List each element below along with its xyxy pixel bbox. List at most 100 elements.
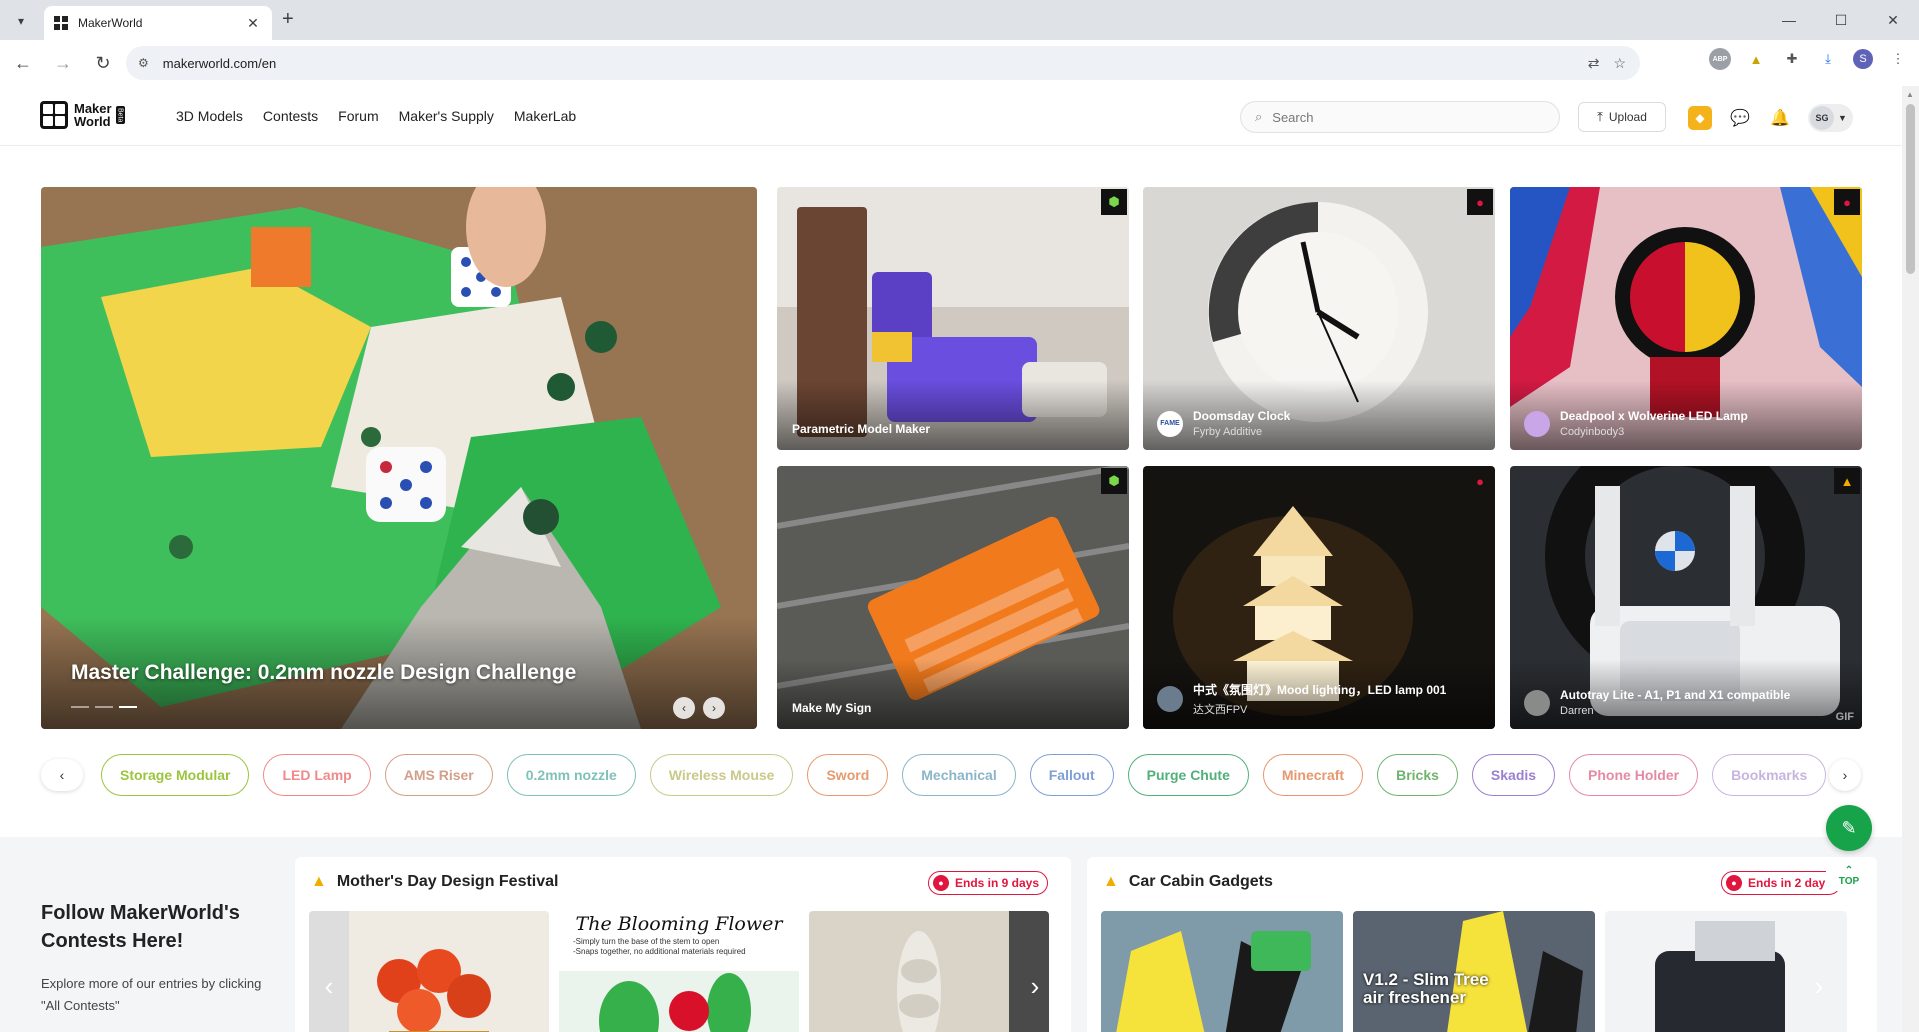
nav-makerlab[interactable]: MakerLab — [514, 108, 576, 124]
tag-pill[interactable]: 0.2mm nozzle — [506, 754, 636, 796]
site-info-icon[interactable]: ⚙ — [138, 56, 149, 70]
hero-prev-button[interactable]: ‹ — [673, 697, 695, 719]
page-scrollbar[interactable]: ▲ — [1902, 86, 1919, 1032]
featured-card[interactable]: ⬢ Parametric Model Maker — [777, 187, 1129, 450]
featured-card[interactable]: ● 中式《氛围灯》Mood lighting，LED lamp 001 达文西F… — [1143, 466, 1495, 729]
upload-button[interactable]: ⤒ Upload — [1578, 102, 1666, 132]
reload-button[interactable]: ↻ — [86, 46, 120, 80]
search-input[interactable] — [1272, 109, 1533, 125]
card-author[interactable]: 达文西FPV — [1193, 701, 1446, 717]
tag-pill[interactable]: Minecraft — [1262, 754, 1364, 796]
card-author[interactable]: Fyrby Additive — [1193, 426, 1290, 438]
back-button[interactable]: ← — [6, 46, 40, 80]
downloads-icon[interactable]: ⤓ — [1817, 48, 1839, 70]
card-title: Deadpool x Wolverine LED Lamp — [1560, 409, 1748, 423]
extensions-puzzle-icon[interactable]: ✚ — [1781, 48, 1803, 70]
tag-pill[interactable]: LED Lamp — [263, 754, 371, 796]
extension-bulb-icon[interactable]: ▲ — [1745, 48, 1767, 70]
ends-badge: ● Ends in 9 days — [928, 871, 1049, 895]
browser-menu-icon[interactable]: ⋮ — [1887, 48, 1909, 70]
contest-thumb[interactable] — [809, 911, 1049, 1032]
contest-card[interactable]: ▲ Car Cabin Gadgets ● Ends in 2 days V1.… — [1087, 857, 1877, 1032]
tab-search-button[interactable]: ▾ — [8, 8, 34, 34]
card-author[interactable]: Codyinbody3 — [1560, 426, 1748, 438]
hot-icon: ● — [1467, 189, 1493, 215]
logo-mark-icon — [40, 101, 68, 129]
search-icon: ⌕ — [1255, 109, 1263, 124]
tags-prev-button[interactable]: ‹ — [41, 759, 83, 791]
makerworld-logo[interactable]: Maker World Beta — [40, 101, 125, 129]
contest-thumb[interactable]: V1.2 - Slim Tree air freshener — [1353, 911, 1595, 1032]
bookmark-star-icon[interactable]: ☆ — [1613, 55, 1626, 72]
tag-pill[interactable]: Skadis — [1471, 754, 1556, 796]
address-url[interactable]: makerworld.com/en — [163, 56, 1588, 71]
hero-dot-active[interactable] — [119, 706, 137, 708]
notification-bell-icon[interactable]: 🔔 — [1768, 106, 1792, 130]
user-menu[interactable]: SG ▼ — [1808, 104, 1853, 132]
tag-pill[interactable]: Fallout — [1029, 754, 1114, 796]
tag-pill[interactable]: Purge Chute — [1127, 754, 1249, 796]
tag-pill[interactable]: Sword — [807, 754, 889, 796]
tags-next-button[interactable]: › — [1829, 759, 1861, 791]
hero-dot[interactable] — [95, 706, 113, 708]
upload-icon: ⤒ — [1597, 109, 1603, 124]
contest-icon: ▲ — [1103, 873, 1119, 890]
featured-card[interactable]: ● FAME Doomsday Clock Fyrby Additive — [1143, 187, 1495, 450]
card-title: Autotray Lite - A1, P1 and X1 compatible — [1560, 688, 1791, 702]
contest-prev-button[interactable]: ‹ — [309, 911, 349, 1032]
back-to-top-button[interactable]: ⌃ TOP — [1826, 861, 1872, 891]
contest-title[interactable]: Mother's Day Design Festival — [337, 873, 559, 891]
contest-thumb[interactable] — [1101, 911, 1343, 1032]
contest-thumb[interactable]: The Blooming Flower -Simply turn the bas… — [559, 911, 799, 1032]
nav-forum[interactable]: Forum — [338, 108, 378, 124]
scroll-up-icon[interactable]: ▲ — [1906, 90, 1914, 99]
follow-title: Follow MakerWorld's Contests Here! — [41, 902, 240, 952]
flame-icon: ● — [933, 875, 949, 891]
hero-banner[interactable]: Master Challenge: 0.2mm nozzle Design Ch… — [41, 187, 757, 729]
thumb-subline: -Simply turn the base of the stem to ope… — [573, 937, 720, 946]
contest-card[interactable]: ▲ Mother's Day Design Festival ● Ends in… — [295, 857, 1071, 1032]
contest-title[interactable]: Car Cabin Gadgets — [1129, 873, 1273, 891]
tag-pill[interactable]: Wireless Mouse — [649, 754, 794, 796]
author-avatar — [1157, 686, 1183, 712]
translate-icon[interactable]: ⇄ — [1588, 55, 1600, 72]
tag-pill[interactable]: Bricks — [1377, 754, 1458, 796]
featured-card[interactable]: ● Deadpool x Wolverine LED Lamp Codyinbo… — [1510, 187, 1862, 450]
points-coin-icon[interactable]: ◆ — [1688, 106, 1712, 130]
hero-next-button[interactable]: › — [703, 697, 725, 719]
tag-pill[interactable]: Mechanical — [902, 754, 1016, 796]
featured-card[interactable]: ⬢ Make My Sign — [777, 466, 1129, 729]
tab-close-icon[interactable]: ✕ — [244, 15, 262, 32]
hero-title[interactable]: Master Challenge: 0.2mm nozzle Design Ch… — [71, 661, 576, 685]
new-tab-button[interactable]: + — [282, 9, 294, 29]
search-box[interactable]: ⌕ — [1240, 101, 1560, 133]
close-window-button[interactable]: ✕ — [1867, 0, 1919, 40]
nav-makers-supply[interactable]: Maker's Supply — [399, 108, 494, 124]
card-title: Make My Sign — [792, 701, 872, 715]
contest-next-button[interactable]: › — [1015, 911, 1055, 1032]
adblock-extension-icon[interactable]: ABP — [1709, 48, 1731, 70]
scroll-thumb[interactable] — [1906, 104, 1915, 274]
nav-3d-models[interactable]: 3D Models — [176, 108, 243, 124]
tag-pill[interactable]: AMS Riser — [384, 754, 493, 796]
maximize-button[interactable]: ☐ — [1815, 0, 1867, 40]
tag-pill[interactable]: Bookmarks — [1712, 754, 1827, 796]
tag-pill[interactable]: Phone Holder — [1569, 754, 1699, 796]
browser-tab[interactable]: MakerWorld ✕ — [44, 6, 272, 40]
follow-text: Explore more of our entries by clicking … — [41, 976, 262, 1013]
messages-icon[interactable]: 💬 — [1728, 106, 1752, 130]
address-bar[interactable]: ⚙ makerworld.com/en ⇄ ☆ — [126, 46, 1640, 80]
feedback-button[interactable]: ✎ — [1826, 805, 1872, 851]
contest-icon: ▲ — [1834, 468, 1860, 494]
featured-card[interactable]: ▲ Autotray Lite - A1, P1 and X1 compatib… — [1510, 466, 1862, 729]
profile-avatar-icon[interactable]: S — [1853, 49, 1873, 69]
tag-pill[interactable]: Storage Modular — [101, 754, 250, 796]
hero-dot[interactable] — [71, 706, 89, 708]
nav-contests[interactable]: Contests — [263, 108, 318, 124]
minimize-button[interactable]: — — [1763, 0, 1815, 40]
contest-next-button[interactable]: › — [1799, 911, 1839, 1032]
card-author[interactable]: Darren — [1560, 705, 1790, 717]
browser-tab-bar: ▾ MakerWorld ✕ + — ☐ ✕ — [0, 0, 1919, 40]
forward-button[interactable]: → — [46, 46, 80, 80]
ends-label: Ends in 9 days — [955, 876, 1040, 890]
